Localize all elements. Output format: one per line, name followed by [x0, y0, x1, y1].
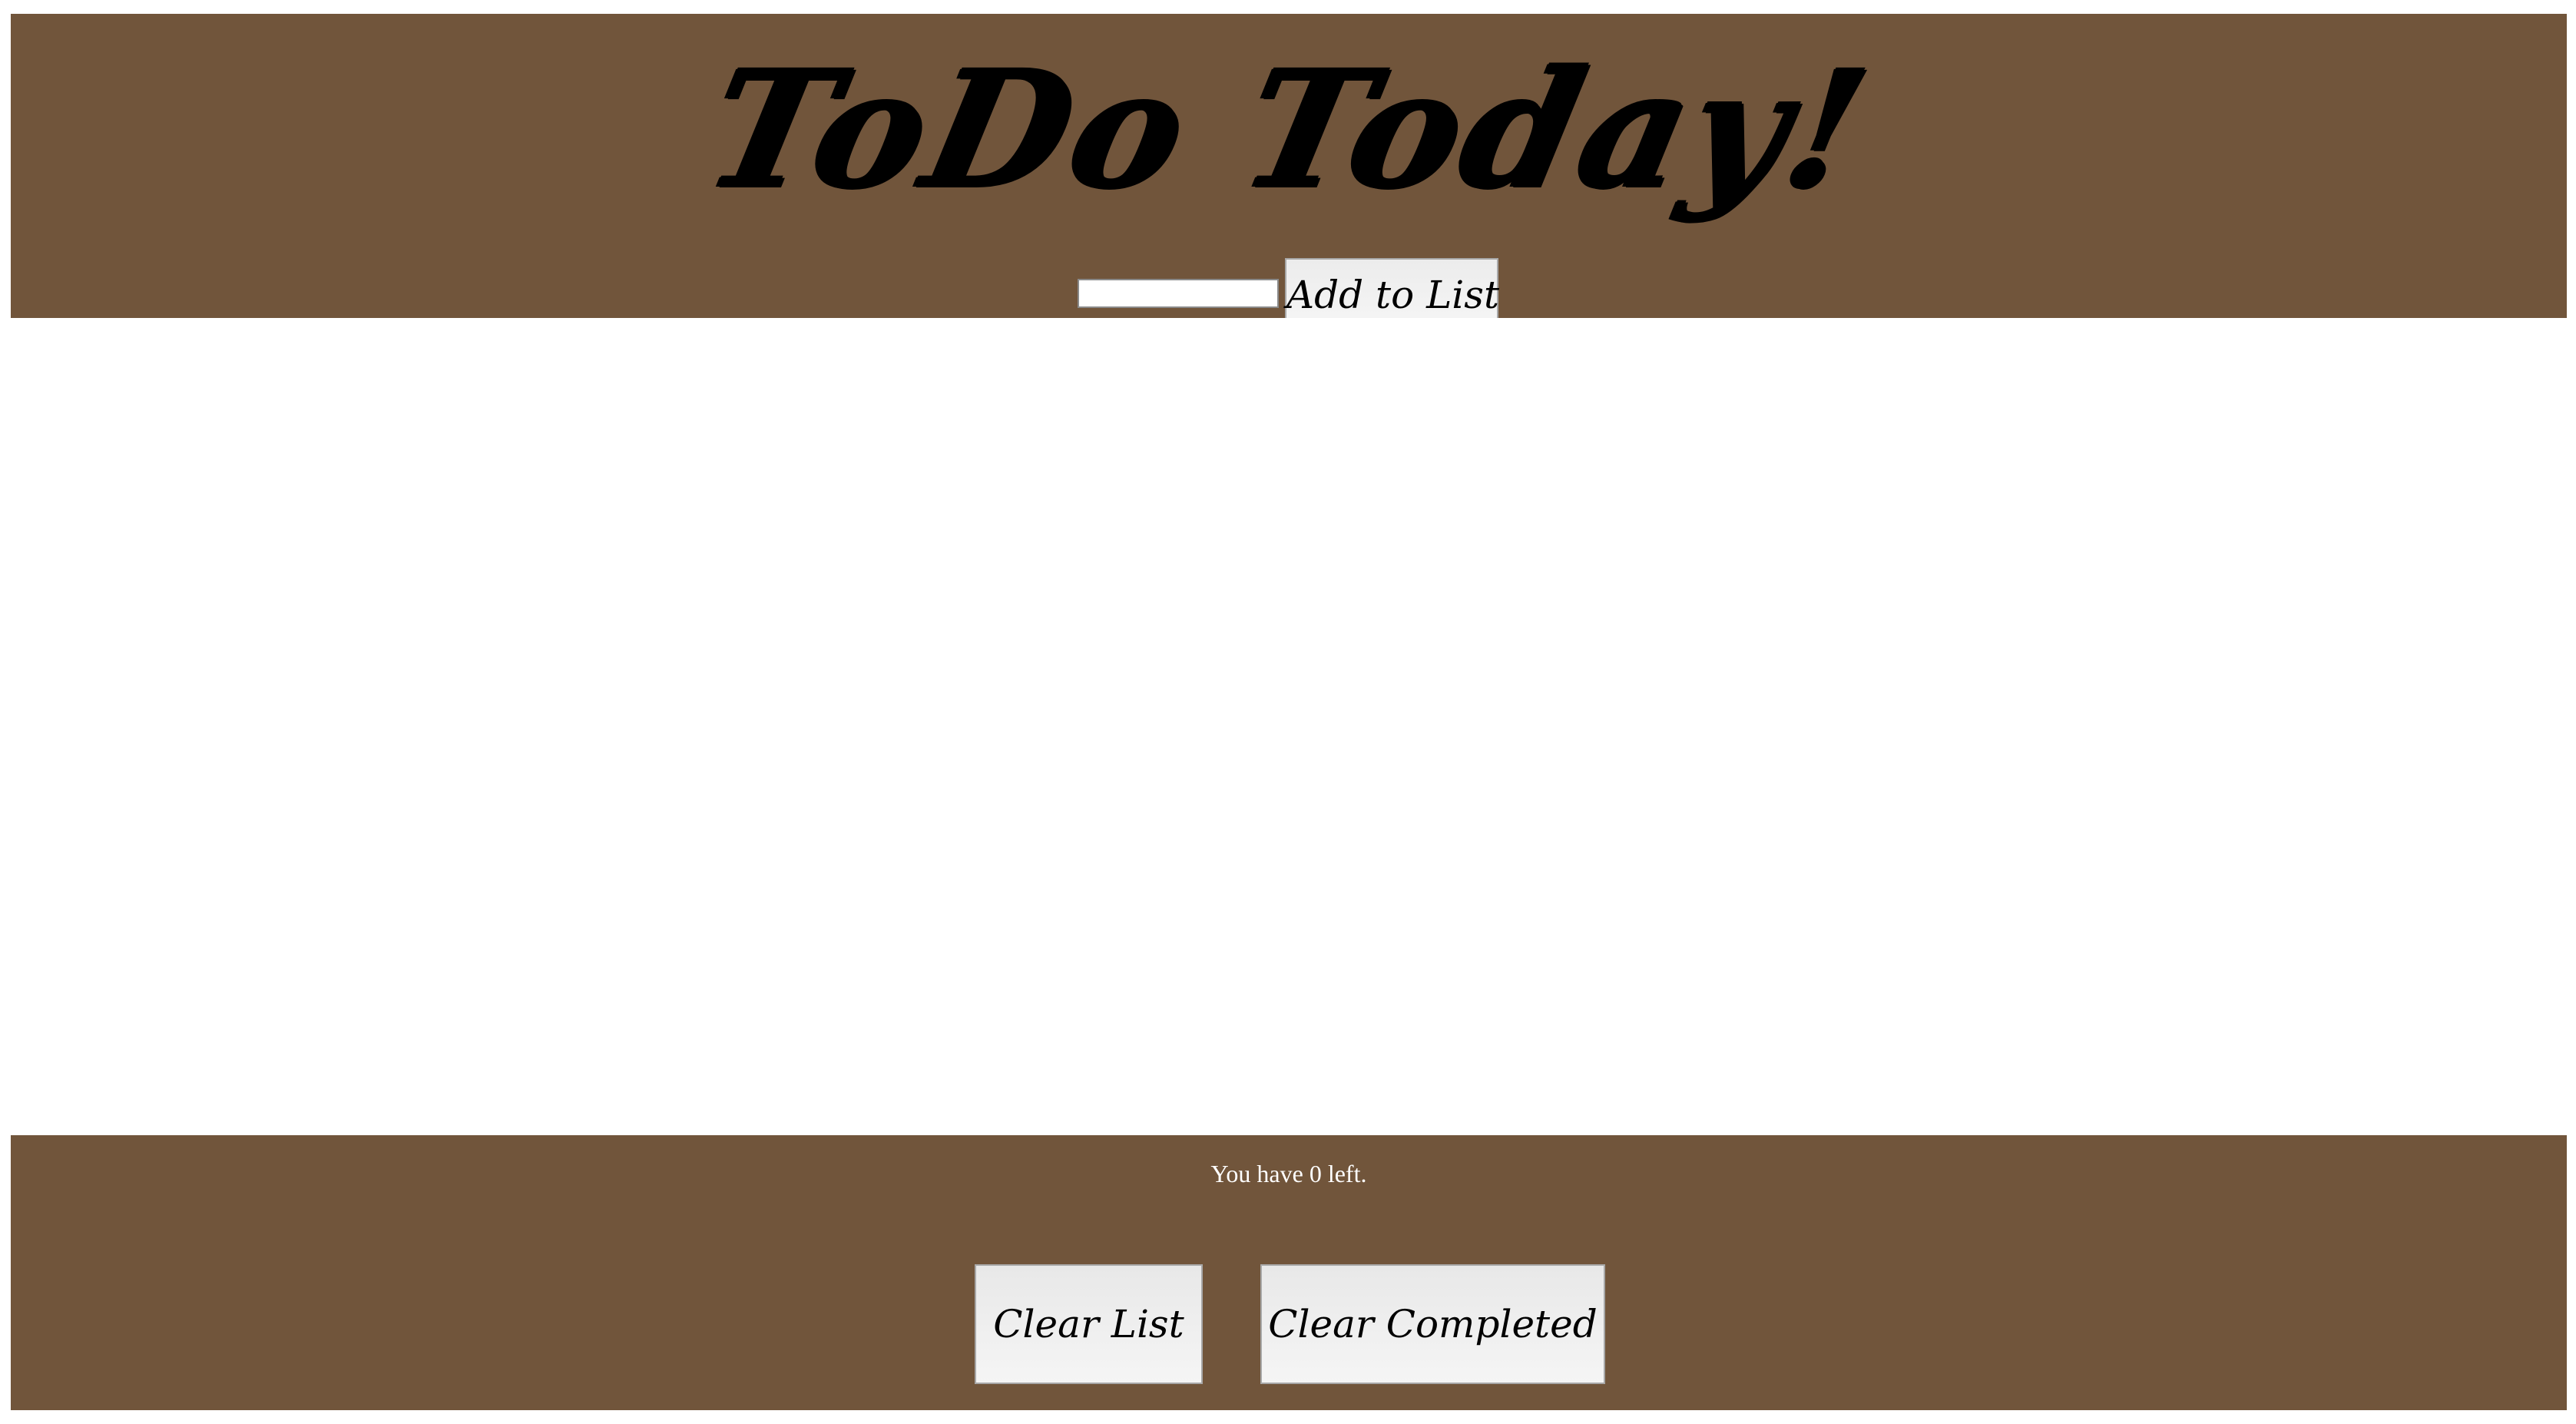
remaining-count-text: You have 0 left.	[1210, 1160, 1367, 1187]
clear-completed-button[interactable]: Clear Completed	[1260, 1264, 1605, 1384]
todo-list	[11, 318, 2567, 1135]
clear-list-button[interactable]: Clear List	[975, 1264, 1203, 1384]
add-task-row: Add to List	[11, 244, 2567, 332]
header-bar: ToDo Today! Add to List	[11, 14, 2567, 332]
task-input[interactable]	[1078, 279, 1279, 308]
todo-app: ToDo Today! Add to List You have 0 left.…	[0, 0, 2576, 1424]
app-title: ToDo Today!	[691, 34, 1886, 224]
footer-bar: You have 0 left. Clear List Clear Comple…	[11, 1135, 2567, 1410]
